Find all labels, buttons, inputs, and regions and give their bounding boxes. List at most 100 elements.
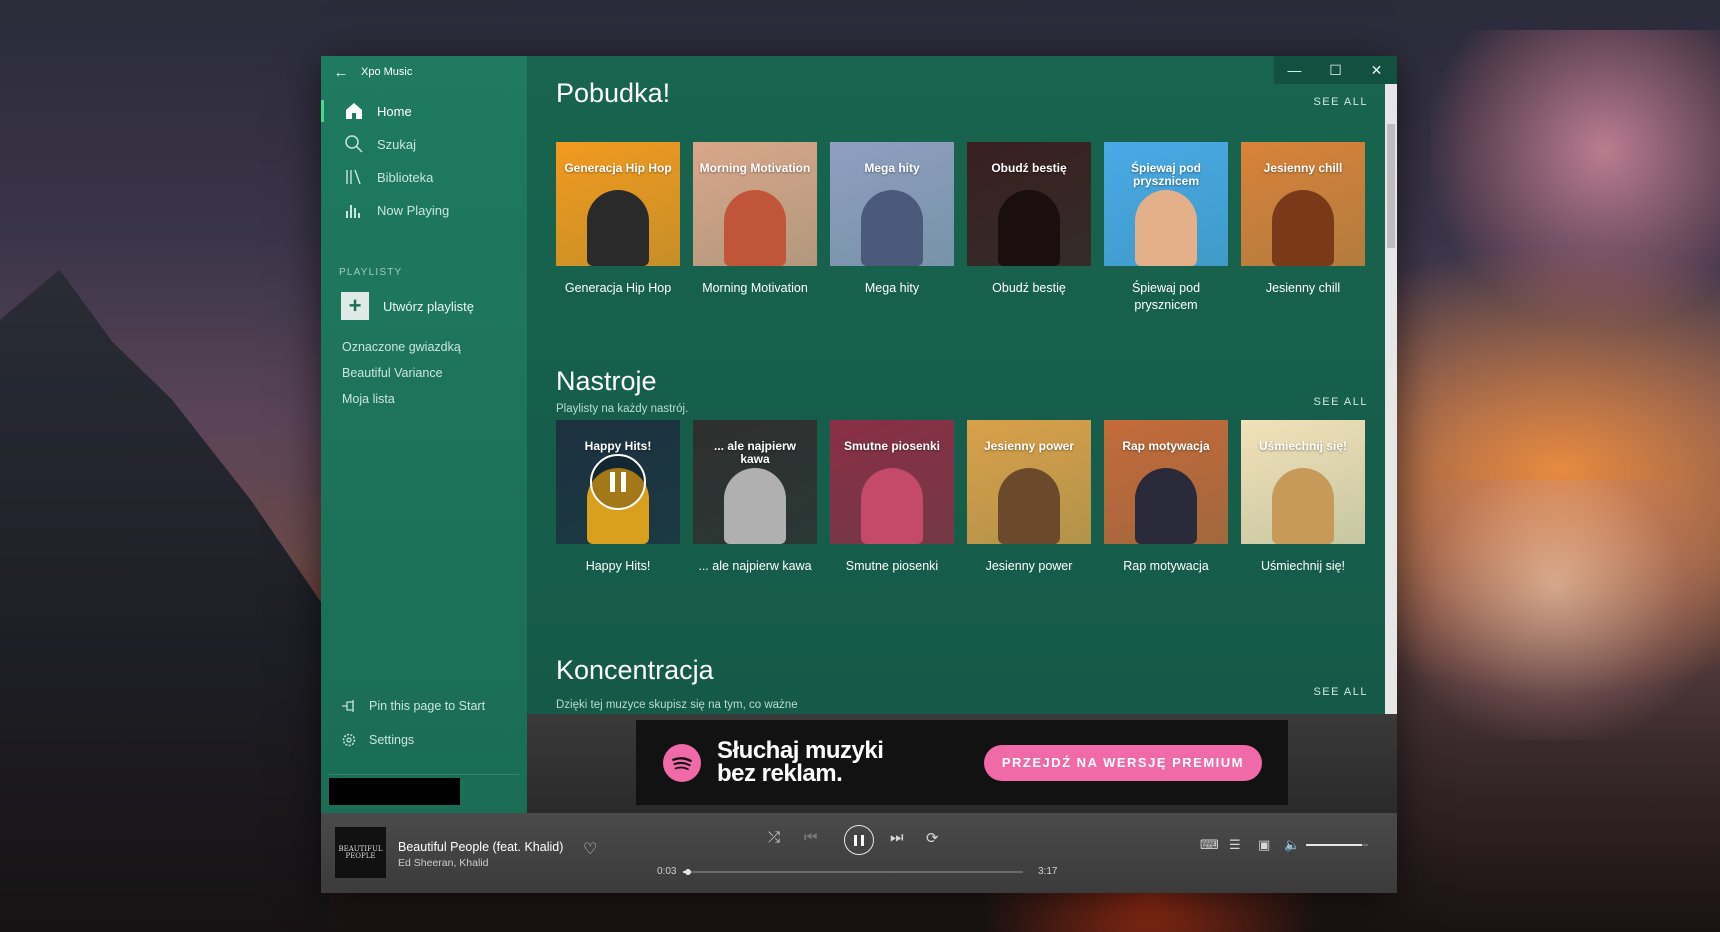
playlist-card[interactable]: Jesienny power Jesienny power <box>967 420 1091 575</box>
playlist-card[interactable]: ... ale najpierw kawa ... ale najpierw ka… <box>693 420 817 575</box>
playlist-caption[interactable]: Morning Motivation <box>693 280 817 297</box>
section-title: Koncentracja <box>556 655 714 685</box>
main-content: — ☐ ✕ Pobudka! SEE ALL Generacja Hip Hop… <box>527 56 1397 714</box>
pin-label: Pin this page to Start <box>369 699 486 713</box>
cover-title: Uśmiechnij się! <box>1258 439 1348 453</box>
pause-icon <box>861 834 864 846</box>
playlist-card[interactable]: Rap motywacja Rap motywacja <box>1104 420 1228 575</box>
maximize-button[interactable]: ☐ <box>1315 56 1356 84</box>
next-button[interactable]: ⏭ <box>890 829 904 846</box>
devices-icon: ▣ <box>1258 837 1271 852</box>
playlist-caption[interactable]: Happy Hits! <box>556 558 680 575</box>
desktop-mountain <box>0 269 330 932</box>
playlist-cover[interactable]: Morning Motivation <box>693 142 817 266</box>
cover-title: Generacja Hip Hop <box>564 161 672 175</box>
shuffle-button[interactable]: ⤮ <box>768 829 780 846</box>
playlist-cover[interactable]: ... ale najpierw kawa <box>693 420 817 544</box>
track-artist[interactable]: Ed Sheeran, Khalid <box>398 857 488 869</box>
section-subtitle: Playlisty na każdy nastrój. <box>556 403 689 415</box>
now-playing-cover[interactable]: BEAUTIFUL PEOPLE <box>335 827 386 878</box>
total-time: 3:17 <box>1038 866 1058 877</box>
playlist-card[interactable]: Uśmiechnij się! Uśmiechnij się! <box>1241 420 1365 575</box>
section-title: Nastroje <box>556 366 657 396</box>
playlist-link-beautiful-variance[interactable]: Beautiful Variance <box>342 366 443 380</box>
heart-icon[interactable]: ♡ <box>583 839 597 859</box>
playlist-caption[interactable]: Obudź bestię <box>967 280 1091 297</box>
playlist-cover[interactable]: Jesienny chill <box>1241 142 1365 266</box>
playlist-link-starred[interactable]: Oznaczone gwiazdką <box>342 340 461 354</box>
playlist-cover[interactable]: Obudź bestię <box>967 142 1091 266</box>
playlist-cover[interactable]: Generacja Hip Hop <box>556 142 680 266</box>
see-all-link[interactable]: SEE ALL <box>1313 396 1368 408</box>
playlist-cover[interactable]: Happy Hits! <box>556 420 680 544</box>
playlist-card[interactable]: Obudź bestię Obudź bestię <box>967 142 1091 297</box>
cover-figure <box>861 468 923 544</box>
see-all-link[interactable]: SEE ALL <box>1313 96 1368 108</box>
playlist-caption[interactable]: Uśmiechnij się! <box>1241 558 1365 575</box>
playlist-caption[interactable]: Jesienny power <box>967 558 1091 575</box>
nav-label: Szukaj <box>377 136 417 152</box>
progress-bar[interactable] <box>683 869 1023 875</box>
playlist-cover[interactable]: Jesienny power <box>967 420 1091 544</box>
scrollbar-thumb[interactable] <box>1387 124 1395 248</box>
close-button[interactable]: ✕ <box>1356 56 1397 84</box>
progress-knob[interactable] <box>685 869 692 875</box>
playlist-caption[interactable]: Smutne piosenki <box>830 558 954 575</box>
settings-button[interactable]: Settings <box>341 726 414 754</box>
cover-title: Morning Motivation <box>699 161 811 175</box>
nav-item-library[interactable]: Biblioteka <box>321 160 527 194</box>
ad-banner[interactable]: Słuchaj muzyki bez reklam. PRZEJDŹ NA WE… <box>636 720 1288 805</box>
skip-back-icon: ⏮ <box>804 829 818 846</box>
ad-line: bez reklam. <box>717 759 843 787</box>
back-button[interactable]: ← <box>321 56 361 88</box>
nav-label: Now Playing <box>377 202 450 218</box>
playlist-caption[interactable]: Rap motywacja <box>1104 558 1228 575</box>
playlist-caption[interactable]: Mega hity <box>830 280 954 297</box>
playlist-cover[interactable]: Uśmiechnij się! <box>1241 420 1365 544</box>
section-title: Pobudka! <box>556 78 671 108</box>
nav-item-now-playing[interactable]: Now Playing <box>321 193 527 227</box>
playlist-link-moja-lista[interactable]: Moja lista <box>342 392 395 406</box>
playlist-caption[interactable]: Śpiewaj pod prysznicem <box>1104 280 1228 314</box>
playlist-card[interactable]: Happy Hits! Happy Hits! <box>556 420 680 575</box>
home-icon <box>343 100 365 122</box>
playlist-card[interactable]: Mega hity Mega hity <box>830 142 954 297</box>
volume-button[interactable]: 🔈 <box>1284 837 1300 853</box>
playlist-card[interactable]: Jesienny chill Jesienny chill <box>1241 142 1365 297</box>
playlist-caption[interactable]: Generacja Hip Hop <box>556 280 680 297</box>
devices-button[interactable]: ▣ <box>1258 837 1270 853</box>
cover-title: Obudź bestię <box>991 161 1067 175</box>
playlist-caption[interactable]: ... ale najpierw kawa <box>693 558 817 575</box>
minimize-button[interactable]: — <box>1274 56 1315 84</box>
pin-to-start-button[interactable]: Pin this page to Start <box>341 692 485 720</box>
queue-button[interactable]: ☰ <box>1229 837 1241 853</box>
ad-headline: Słuchaj muzyki bez reklam. <box>717 738 884 787</box>
track-title[interactable]: Beautiful People (feat. Khalid) <box>398 840 563 854</box>
user-account[interactable] <box>329 778 460 805</box>
nav-item-home[interactable]: Home <box>321 94 527 128</box>
playlist-card[interactable]: Morning Motivation Morning Motivation <box>693 142 817 297</box>
previous-button[interactable]: ⏮ <box>804 829 818 846</box>
title-bar: ← Xpo Music <box>321 56 527 88</box>
volume-slider[interactable] <box>1306 844 1368 846</box>
pause-overlay-button[interactable] <box>590 454 646 510</box>
repeat-button[interactable]: ⟳ <box>926 829 939 847</box>
minimize-icon: — <box>1287 62 1302 78</box>
playlist-cover[interactable]: Rap motywacja <box>1104 420 1228 544</box>
playlist-card[interactable]: Smutne piosenki Smutne piosenki <box>830 420 954 575</box>
volume-fill <box>1306 844 1362 846</box>
playlist-cover[interactable]: Smutne piosenki <box>830 420 954 544</box>
playlist-cover[interactable]: Śpiewaj pod prysznicem <box>1104 142 1228 266</box>
playlist-cover[interactable]: Mega hity <box>830 142 954 266</box>
play-pause-button[interactable] <box>844 825 874 855</box>
scrollbar[interactable] <box>1385 84 1397 714</box>
create-playlist-button[interactable]: + Utwórz playlistę <box>341 291 474 321</box>
cover-title: Mega hity <box>864 161 920 175</box>
playlist-caption[interactable]: Jesienny chill <box>1241 280 1365 297</box>
playlist-card[interactable]: Generacja Hip Hop Generacja Hip Hop <box>556 142 680 297</box>
lyrics-button[interactable]: ⌨ <box>1200 837 1219 853</box>
nav-item-search[interactable]: Szukaj <box>321 127 527 161</box>
premium-cta-button[interactable]: PRZEJDŹ NA WERSJĘ PREMIUM <box>983 744 1262 781</box>
see-all-link[interactable]: SEE ALL <box>1313 686 1368 698</box>
playlist-card[interactable]: Śpiewaj pod prysznicem Śpiewaj pod pryszn… <box>1104 142 1228 314</box>
